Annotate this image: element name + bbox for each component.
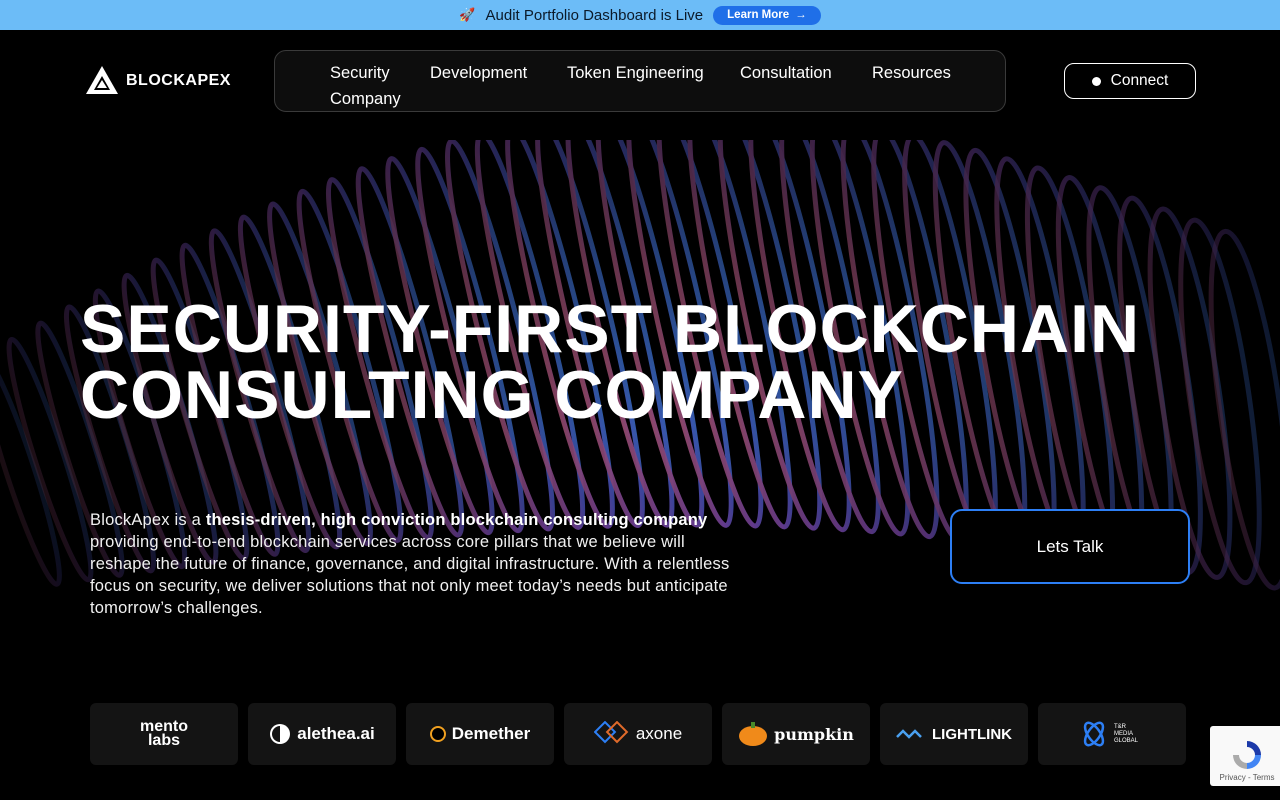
nav-item-development[interactable]: Development xyxy=(430,64,527,83)
demether-label: Demether xyxy=(451,724,531,743)
tr-media-label: T&R MEDIA GLOBAL xyxy=(1114,723,1139,744)
learn-more-button[interactable]: Learn More → xyxy=(713,5,821,25)
pumpkin-logo-icon xyxy=(739,722,768,746)
hero-description: BlockApex is a thesis-driven, high convi… xyxy=(90,509,740,619)
learn-more-label: Learn More xyxy=(727,9,790,21)
partner-axone[interactable]: axone xyxy=(564,703,712,765)
axone-label: axone xyxy=(635,724,683,743)
recaptcha-icon xyxy=(1233,741,1261,769)
arrow-right-icon: → xyxy=(795,9,807,21)
announcement-bar: 🚀 Audit Portfolio Dashboard is Live Lear… xyxy=(0,0,1280,30)
tr-media-logo-icon xyxy=(1083,721,1105,747)
partner-alethea[interactable]: alethea.ai xyxy=(248,703,396,765)
alethea-logo-icon xyxy=(270,724,291,744)
hero-headline: SECURITY-FIRST BLOCKCHAIN CONSULTING COM… xyxy=(80,295,1200,429)
partner-pumpkin[interactable]: pumpkin xyxy=(722,703,870,765)
main-nav: Security Development Token Engineering C… xyxy=(274,50,1006,112)
desc-bold: thesis-driven, high conviction blockchai… xyxy=(205,511,708,529)
lightlink-logo-icon xyxy=(896,729,922,739)
lightlink-label: LIGHTLINK xyxy=(932,725,1012,743)
axone-logo-icon xyxy=(593,721,629,744)
headline-line-2: CONSULTING COMPANY xyxy=(80,357,904,433)
mento-logo-icon: mento labs xyxy=(140,718,188,749)
pumpkin-label: pumpkin xyxy=(774,724,854,744)
partner-mento[interactable]: mento labs xyxy=(90,703,238,765)
nav-item-company[interactable]: Company xyxy=(330,90,401,109)
logo[interactable]: BLOCKAPEX xyxy=(84,64,231,98)
demether-logo-icon xyxy=(429,726,446,742)
nav-item-consultation[interactable]: Consultation xyxy=(740,64,832,83)
status-dot-icon xyxy=(1091,76,1101,86)
desc-prefix: BlockApex is a xyxy=(90,511,206,529)
announcement-text: Audit Portfolio Dashboard is Live xyxy=(485,6,704,24)
blockapex-logo-icon xyxy=(86,66,118,94)
desc-rest: providing end-to-end blockchain services… xyxy=(90,533,730,617)
lets-talk-label: Lets Talk xyxy=(1036,536,1104,556)
alethea-label: alethea.ai xyxy=(297,724,375,743)
headline-line-1: SECURITY-FIRST BLOCKCHAIN xyxy=(80,291,1141,367)
partner-tr-media[interactable]: T&R MEDIA GLOBAL xyxy=(1038,703,1186,765)
partner-lightlink[interactable]: LIGHTLINK xyxy=(880,703,1028,765)
nav-item-resources[interactable]: Resources xyxy=(872,64,951,83)
partner-demether[interactable]: Demether xyxy=(406,703,554,765)
logo-text: BLOCKAPEX xyxy=(126,72,231,89)
rocket-icon: 🚀 xyxy=(459,7,476,22)
recaptcha-badge[interactable]: Privacy - Terms xyxy=(1210,726,1280,786)
lets-talk-button[interactable]: Lets Talk xyxy=(950,509,1190,584)
connect-label: Connect xyxy=(1110,72,1169,89)
nav-item-security[interactable]: Security xyxy=(330,64,390,83)
recaptcha-links[interactable]: Privacy - Terms xyxy=(1220,773,1275,782)
nav-item-token-engineering[interactable]: Token Engineering xyxy=(567,64,704,83)
connect-button[interactable]: Connect xyxy=(1064,63,1196,99)
partner-logos: mento labs alethea.ai Demether axone pum… xyxy=(90,703,1186,765)
